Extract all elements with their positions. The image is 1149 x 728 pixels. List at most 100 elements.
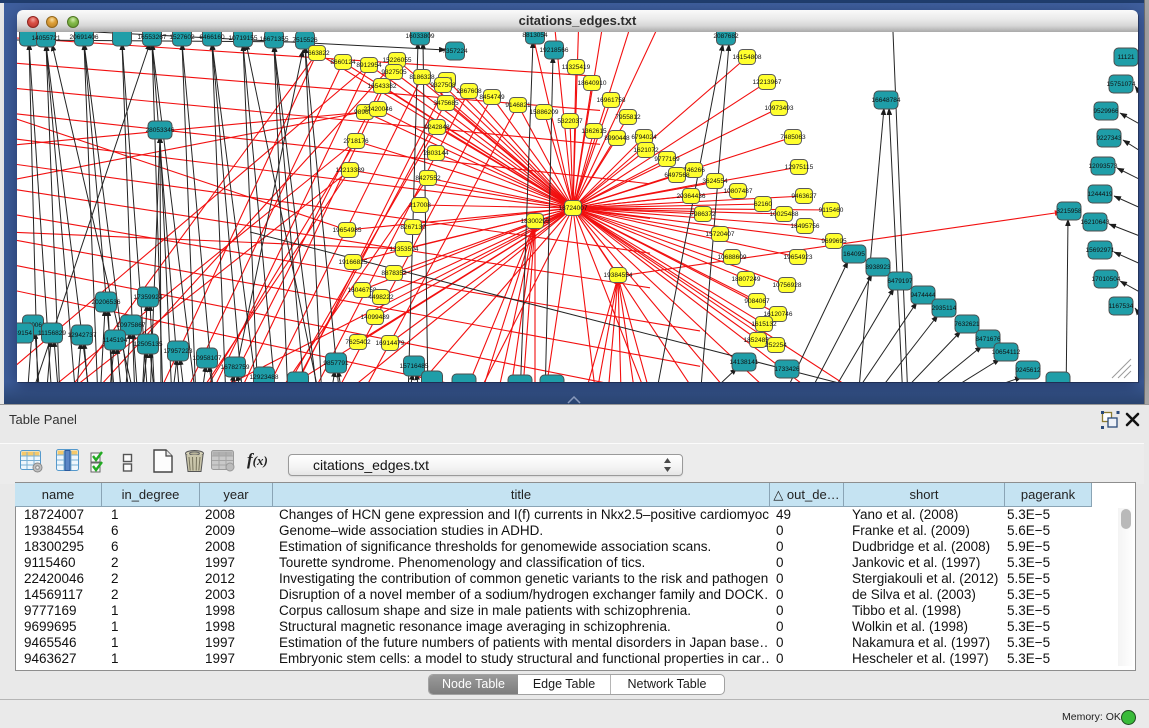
svg-text:9529966: 9529966 [1093,108,1119,115]
svg-text:9242848: 9242848 [424,124,450,131]
svg-text:3215958: 3215958 [1056,208,1082,215]
svg-text:18640910: 18640910 [578,80,607,87]
svg-text:62160: 62160 [754,201,772,208]
svg-text:9245612: 9245612 [1015,367,1041,374]
svg-text:9474444: 9474444 [910,292,936,299]
svg-text:16210643: 16210643 [1081,219,1110,226]
svg-text:8427552: 8427552 [415,175,441,182]
svg-text:14138141: 14138141 [730,359,759,366]
svg-text:10958107: 10958107 [193,355,222,362]
svg-text:12505135: 12505135 [134,341,163,348]
svg-text:1733426: 1733426 [774,366,800,373]
svg-text:16154808: 16154808 [733,54,762,61]
svg-text:16553267: 16553267 [138,34,167,41]
svg-text:8267130: 8267130 [400,224,426,231]
svg-text:9463627: 9463627 [791,193,817,200]
svg-text:20364436: 20364436 [677,193,706,200]
svg-text:9146821: 9146821 [505,102,531,109]
svg-text:2803144: 2803144 [423,150,449,157]
svg-text:1362615: 1362615 [581,128,607,135]
svg-text:1527602: 1527602 [169,34,195,41]
svg-text:16543382: 16543382 [368,83,397,90]
svg-text:11121: 11121 [1117,54,1134,61]
svg-text:10973493: 10973493 [765,105,794,112]
svg-text:15886209: 15886209 [530,109,559,116]
svg-text:16033809: 16033809 [406,33,435,40]
svg-text:18300295: 18300295 [521,218,550,225]
svg-text:6479197: 6479197 [887,278,913,285]
svg-text:18807249: 18807249 [732,276,761,283]
svg-text:16961758: 16961758 [597,97,626,104]
svg-text:15226055: 15226055 [383,57,412,64]
svg-text:14099489: 14099489 [361,314,390,321]
svg-text:17010504: 17010504 [1092,276,1121,283]
svg-text:10025488: 10025488 [770,211,799,218]
svg-text:9227343: 9227343 [1096,135,1122,142]
svg-text:1615132: 1615132 [751,321,777,328]
svg-text:8878352: 8878352 [381,270,407,277]
svg-text:9115460: 9115460 [819,207,844,214]
svg-text:10688609: 10688609 [718,254,747,261]
svg-text:3475685: 3475685 [433,100,459,107]
svg-text:8813054: 8813054 [522,32,548,39]
svg-text:12213967: 12213967 [753,79,782,86]
svg-text:8186328: 8186328 [409,74,435,81]
svg-text:7625402: 7625402 [345,339,371,346]
svg-text:10975867: 10975867 [117,322,146,329]
svg-text:15751074: 15751074 [1107,81,1136,88]
svg-text:15720407: 15720407 [706,231,735,238]
svg-text:8454749: 8454749 [479,94,505,101]
svg-text:2867608: 2867608 [456,88,482,95]
svg-text:252254: 252254 [765,342,787,349]
svg-text:39154: 39154 [17,330,32,337]
svg-text:19384554: 19384554 [604,272,633,279]
svg-text:8938923: 8938923 [865,264,891,271]
svg-text:4498222: 4498222 [368,294,394,301]
svg-text:19218566: 19218566 [540,47,569,54]
svg-text:11325419: 11325419 [562,64,591,71]
svg-text:2935114: 2935114 [932,305,957,312]
svg-text:15692971: 15692971 [1086,247,1115,254]
svg-text:22420046: 22420046 [364,106,393,113]
svg-text:1244419: 1244419 [1087,191,1113,198]
svg-text:9327505: 9327505 [381,69,407,76]
svg-text:19166825: 19166825 [339,259,368,266]
svg-text:6466160: 6466160 [199,34,225,41]
svg-text:17359924: 17359924 [134,294,163,301]
svg-text:19654985: 19654985 [333,227,362,234]
svg-text:7515526: 7515526 [292,37,318,44]
svg-text:10756928: 10756928 [773,282,802,289]
svg-text:3624554: 3624554 [702,178,728,185]
svg-text:16782759: 16782759 [221,364,250,371]
svg-text:10807487: 10807487 [724,188,753,195]
svg-text:17957223: 17957223 [164,348,193,355]
svg-text:12353594: 12353594 [390,246,419,253]
svg-text:19654923: 19654923 [784,254,813,261]
svg-text:6497568: 6497568 [664,172,690,179]
svg-text:11156829: 11156829 [38,330,66,337]
svg-text:9084067: 9084067 [744,298,770,305]
svg-text:2718176: 2718176 [343,138,369,145]
svg-text:28053346: 28053346 [146,127,175,134]
svg-text:18495756: 18495756 [791,223,820,230]
svg-text:7357224: 7357224 [442,48,468,55]
svg-text:10719155: 10719155 [229,35,258,42]
svg-text:8660124: 8660124 [330,59,356,66]
svg-text:7663822: 7663822 [304,50,330,57]
svg-text:7955812: 7955812 [615,114,641,121]
svg-text:1621072: 1621072 [633,147,659,154]
svg-text:8912954: 8912954 [356,62,382,69]
svg-text:16648784: 16648784 [872,97,901,104]
svg-text:20206536: 20206536 [92,299,121,306]
svg-text:1167534: 1167534 [1109,303,1134,310]
svg-text:12975115: 12975115 [785,164,814,171]
svg-text:15716485: 15716485 [400,363,429,370]
svg-text:12942737: 12942737 [68,332,97,339]
svg-text:6794024: 6794024 [631,134,657,141]
svg-text:18724007: 18724007 [559,205,588,212]
svg-text:5322037: 5322037 [557,118,583,125]
svg-text:8471676: 8471676 [975,336,1001,343]
svg-text:217008: 217008 [409,202,431,209]
svg-text:2087682: 2087682 [713,33,739,40]
svg-text:8990448: 8990448 [604,135,630,142]
